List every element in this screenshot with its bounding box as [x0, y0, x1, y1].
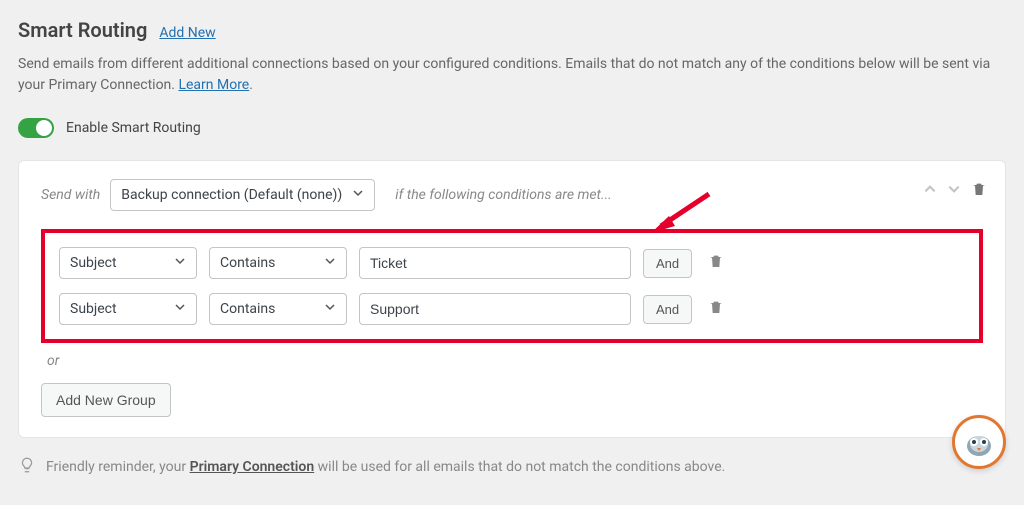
rule-field-select[interactable]: Subject: [59, 247, 197, 279]
enable-toggle-label: Enable Smart Routing: [66, 120, 201, 136]
primary-connection-link[interactable]: Primary Connection: [190, 459, 315, 475]
rule-operator-value: Contains: [220, 301, 275, 317]
lightbulb-icon: [18, 456, 36, 478]
and-button[interactable]: And: [643, 295, 692, 324]
connection-select[interactable]: Backup connection (Default (none)): [110, 179, 375, 211]
reminder-suffix: will be used for all emails that do not …: [314, 459, 725, 475]
delete-rule-icon[interactable]: [708, 299, 724, 319]
chevron-down-icon: [174, 255, 186, 271]
rule-field-value: Subject: [70, 255, 117, 271]
routing-card: Send with Backup connection (Default (no…: [18, 160, 1006, 438]
rule-row: Subject Contains And: [59, 247, 965, 279]
or-label: or: [47, 353, 983, 369]
chevron-down-icon: [324, 255, 336, 271]
move-down-icon[interactable]: [947, 182, 961, 200]
reminder-prefix: Friendly reminder, your: [46, 459, 190, 475]
delete-rule-icon[interactable]: [708, 253, 724, 273]
enable-toggle[interactable]: [18, 118, 54, 138]
connection-value: Backup connection (Default (none)): [121, 187, 342, 203]
learn-more-link[interactable]: Learn More: [178, 77, 249, 93]
page-description: Send emails from different additional co…: [18, 54, 1006, 96]
move-up-icon[interactable]: [923, 182, 937, 200]
rule-operator-select[interactable]: Contains: [209, 293, 347, 325]
rule-value-input[interactable]: [359, 293, 631, 325]
add-new-link[interactable]: Add New: [159, 25, 215, 41]
rule-row: Subject Contains And: [59, 293, 965, 325]
page-title: Smart Routing: [18, 18, 147, 42]
rules-highlight: Subject Contains And Subject: [41, 229, 983, 343]
reminder-text: Friendly reminder, your Primary Connecti…: [18, 456, 1006, 478]
add-group-button[interactable]: Add New Group: [41, 383, 171, 417]
conditions-label: if the following conditions are met...: [395, 187, 611, 203]
rule-field-value: Subject: [70, 301, 117, 317]
rule-operator-select[interactable]: Contains: [209, 247, 347, 279]
rule-value-input[interactable]: [359, 247, 631, 279]
and-button[interactable]: And: [643, 249, 692, 278]
chevron-down-icon: [324, 301, 336, 317]
delete-card-icon[interactable]: [971, 181, 987, 201]
chevron-down-icon: [174, 301, 186, 317]
mascot-icon: [959, 422, 999, 462]
help-bubble[interactable]: [952, 415, 1006, 469]
rule-operator-value: Contains: [220, 255, 275, 271]
chevron-down-icon: [352, 187, 364, 203]
rule-field-select[interactable]: Subject: [59, 293, 197, 325]
description-text: Send emails from different additional co…: [18, 56, 990, 93]
send-with-label: Send with: [41, 187, 100, 203]
